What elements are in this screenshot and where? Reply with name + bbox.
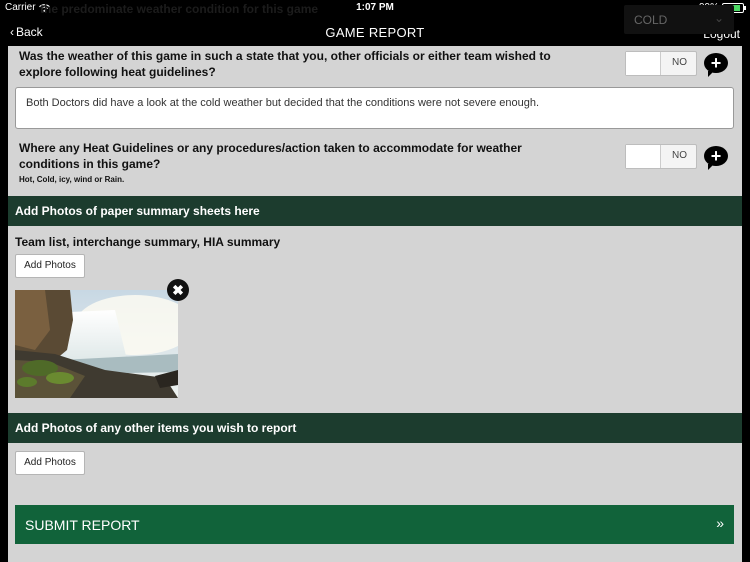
paper-photos-subtitle: Team list, interchange summary, HIA summ… [15,235,281,249]
toggle-knob [626,52,661,75]
procedures-toggle[interactable]: NO [625,144,697,169]
waterfall-photo [15,290,178,398]
paper-photos-header: Add Photos of paper summary sheets here [8,196,742,226]
double-chevron-right-icon: » [716,515,724,531]
submit-label: SUBMIT REPORT [25,517,140,533]
toggle-knob [626,145,661,168]
add-paper-photos-button[interactable]: Add Photos [15,254,85,278]
weather-condition-question: the predominate weather condition for th… [40,2,319,16]
chevron-down-icon: ⌄ [713,11,724,25]
heat-notes-field[interactable]: Both Doctors did have a look at the cold… [15,87,734,129]
weather-condition-value: COLD [634,13,668,27]
add-comment-icon[interactable]: + [704,146,728,170]
heat-notes-text: Both Doctors did have a look at the cold… [26,97,540,109]
procedures-question: Where any Heat Guidelines or any procedu… [19,141,522,171]
procedures-hint: Hot, Cold, icy, wind or Rain. [19,175,125,184]
section-title: Add Photos of paper summary sheets here [15,204,260,218]
other-photos-header: Add Photos of any other items you wish t… [8,413,742,443]
report-form: Was the weather of this game in such a s… [8,46,742,562]
heat-guidelines-question: Was the weather of this game in such a s… [19,49,551,79]
weather-condition-dropdown[interactable]: COLD ⌄ [624,5,734,34]
submit-report-button[interactable]: SUBMIT REPORT » [15,505,734,544]
heat-guidelines-toggle[interactable]: NO [625,51,697,76]
section-title: Add Photos of any other items you wish t… [15,421,297,435]
photo-thumbnail[interactable] [15,290,178,398]
toggle-label: NO [672,57,687,68]
add-other-photos-button[interactable]: Add Photos [15,451,85,475]
add-comment-icon[interactable]: + [704,53,728,77]
close-icon: ✖ [172,282,184,298]
remove-photo-button[interactable]: ✖ [167,279,189,301]
toggle-label: NO [672,150,687,161]
